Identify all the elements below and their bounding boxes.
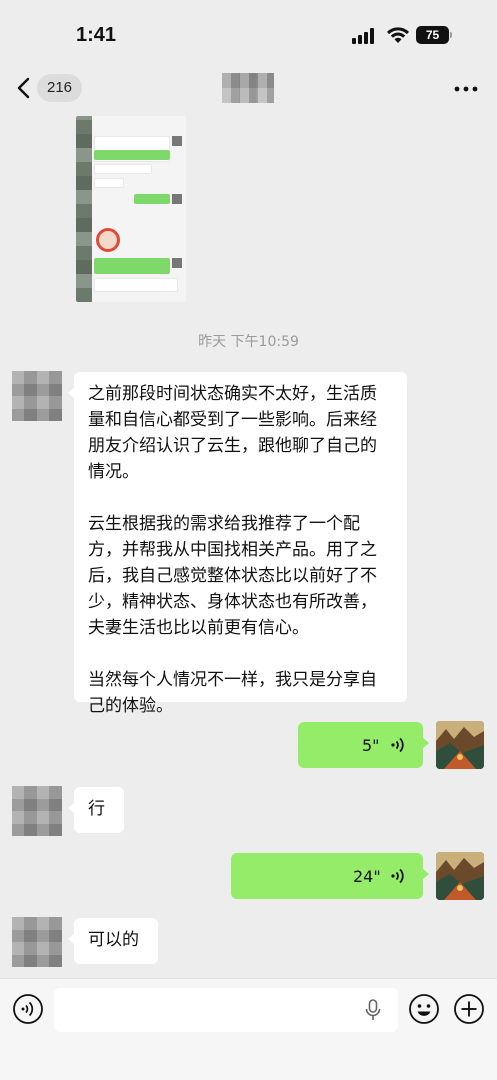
input-bar	[0, 978, 497, 1080]
voice-duration: 24"	[353, 867, 381, 886]
image-message-thumbnail[interactable]	[76, 116, 186, 302]
my-avatar[interactable]	[436, 852, 484, 900]
thumb-avatar	[172, 194, 182, 204]
thumb-sticker	[96, 228, 120, 252]
thumbnail-avatar-strip	[76, 116, 92, 302]
message-text: 行	[88, 799, 105, 819]
plus-icon[interactable]	[453, 993, 485, 1025]
incoming-text-bubble[interactable]: 行	[68, 787, 124, 833]
thumb-avatar	[172, 258, 182, 268]
thumb-bubble	[94, 150, 170, 160]
chat-header: 216	[0, 60, 497, 116]
message-timestamp: 昨天 下午10:59	[198, 334, 299, 350]
contact-avatar[interactable]	[12, 786, 62, 836]
signal-icon	[352, 28, 374, 44]
mic-icon[interactable]	[364, 999, 382, 1021]
thumb-bubble	[94, 164, 152, 174]
battery-tip	[450, 32, 452, 38]
incoming-text-bubble[interactable]: 可以的	[68, 918, 158, 964]
voice-mode-icon[interactable]	[12, 993, 44, 1025]
incoming-text-bubble[interactable]: 之前那段时间状态确实不太好，生活质量和自信心都受到了一些影响。后来经朋友介绍认识…	[68, 372, 407, 716]
outgoing-voice-bubble[interactable]: 24"	[231, 853, 429, 899]
clock: 1:41	[76, 24, 117, 46]
chat-title-redacted	[222, 73, 274, 103]
emoji-icon[interactable]	[408, 993, 440, 1025]
message-input[interactable]	[54, 988, 398, 1032]
wifi-icon	[387, 27, 409, 43]
voice-wave-icon	[391, 868, 404, 884]
status-bar: 1:41 75	[0, 0, 497, 60]
contact-avatar[interactable]	[12, 371, 62, 421]
my-avatar[interactable]	[436, 721, 484, 769]
message-paragraph-1: 之前那段时间状态确实不太好，生活质量和自信心都受到了一些影响。后来经朋友介绍认识…	[88, 384, 377, 482]
unread-count-badge[interactable]: 216	[37, 74, 83, 102]
contact-avatar[interactable]	[12, 917, 62, 967]
thumb-bubble	[94, 258, 170, 274]
outgoing-voice-bubble[interactable]: 5"	[298, 722, 429, 768]
thumb-bubble	[94, 178, 124, 188]
message-paragraph-3: 当然每个人情况不一样，我只是分享自己的体验。	[88, 670, 377, 716]
message-text: 可以的	[88, 930, 139, 950]
thumb-input	[94, 278, 178, 292]
battery-indicator: 75	[416, 26, 449, 44]
more-dots-icon[interactable]	[454, 86, 478, 92]
voice-wave-icon	[391, 737, 404, 753]
message-paragraph-2: 云生根据我的需求给我推荐了一个配方，并帮我从中国找相关产品。用了之后，我自己感觉…	[88, 514, 377, 638]
back-chevron-icon[interactable]	[14, 76, 34, 100]
thumb-avatar	[172, 136, 182, 146]
thumb-bubble	[134, 194, 170, 204]
voice-duration: 5"	[362, 736, 380, 755]
